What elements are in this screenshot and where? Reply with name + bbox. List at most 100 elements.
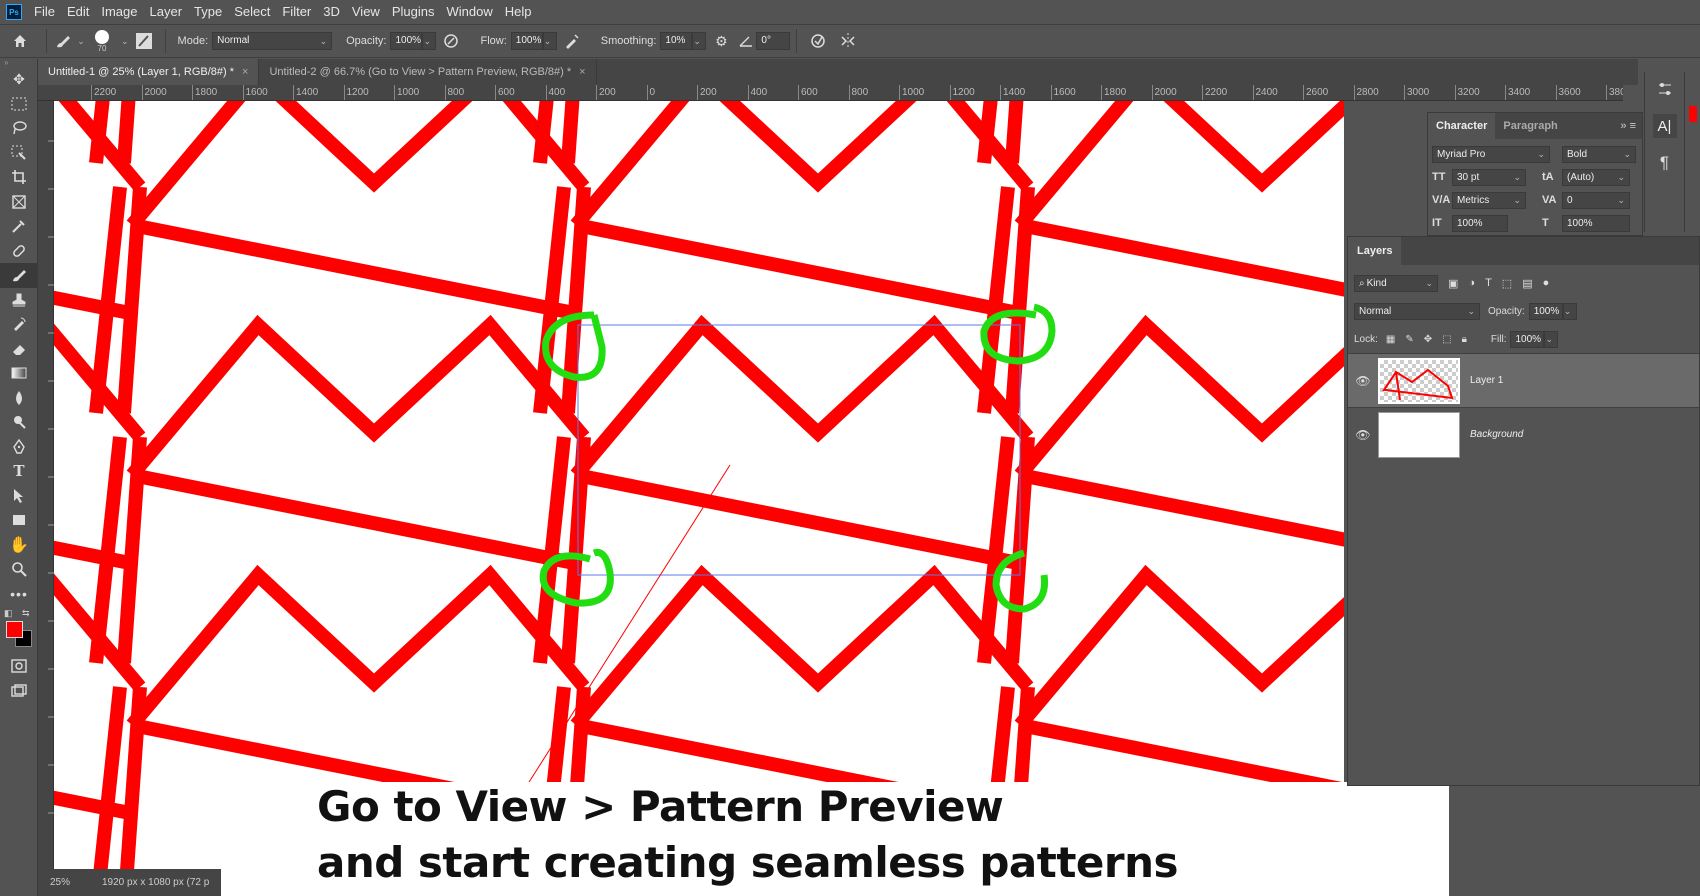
tab-untitled-1[interactable]: Untitled-1 @ 25% (Layer 1, RGB/8#) * × [38,59,260,85]
flow-dropdown[interactable]: ⌄ [542,32,557,50]
pressure-opacity-icon[interactable] [436,33,466,49]
hand-tool-icon[interactable]: ✋ [0,533,38,558]
pixel-filter-icon[interactable]: ▣ [1448,277,1458,290]
leading-select[interactable]: (Auto) ⌄ [1562,168,1630,186]
font-size-select[interactable]: 30 pt ⌄ [1452,168,1526,186]
zoom-level[interactable]: 25% [38,877,90,888]
layer-row-layer-1[interactable]: 👁︎ Layer 1 [1348,353,1699,407]
document-info[interactable]: 1920 px x 1080 px (72 p [90,877,209,888]
menu-layer[interactable]: Layer [144,0,189,24]
blur-tool-icon[interactable] [0,386,38,411]
menu-help[interactable]: Help [499,0,538,24]
object-selection-tool-icon[interactable] [0,141,38,166]
quick-mask-icon[interactable] [0,654,38,679]
smoothing-dropdown[interactable]: ⌄ [692,32,707,50]
marquee-tool-icon[interactable] [0,92,38,117]
eye-icon[interactable]: 👁︎ [1348,428,1378,442]
menu-image[interactable]: Image [95,0,143,24]
kerning-select[interactable]: Metrics ⌄ [1452,191,1526,209]
layer-opacity-input[interactable]: 100% [1528,302,1563,320]
menu-file[interactable]: File [28,0,61,24]
flow-input[interactable]: 100% [510,32,543,50]
pen-tool-icon[interactable] [0,435,38,460]
character-panel-icon[interactable]: A| [1645,106,1684,146]
menu-edit[interactable]: Edit [61,0,95,24]
tab-layers[interactable]: Layers [1348,237,1402,265]
filter-toggle-icon[interactable]: ● [1543,277,1550,290]
layer-opacity-dropdown[interactable]: ⌄ [1562,302,1577,320]
shape-filter-icon[interactable]: ⬚ [1502,277,1512,290]
menu-select[interactable]: Select [228,0,276,24]
menu-view[interactable]: View [346,0,386,24]
fill-dropdown[interactable]: ⌄ [1544,330,1559,348]
dodge-tool-icon[interactable] [0,410,38,435]
color-panel-swatch[interactable] [1689,106,1697,122]
airbrush-icon[interactable] [557,33,587,49]
chevron-down-icon[interactable]: ⌄ [121,36,129,47]
tab-untitled-2[interactable]: Untitled-2 @ 66.7% (Go to View > Pattern… [259,59,597,85]
brush-preset-icon[interactable]: ⌄ [53,33,87,49]
eye-icon[interactable]: 👁︎ [1348,374,1378,388]
layer-name[interactable]: Background [1470,429,1523,440]
menu-filter[interactable]: Filter [276,0,317,24]
path-selection-tool-icon[interactable] [0,484,38,509]
type-tool-icon[interactable]: T [0,459,38,484]
brush-tool-icon[interactable] [0,263,38,288]
frame-tool-icon[interactable] [0,190,38,215]
horizontal-ruler[interactable]: 2200 2000 1800 1600 1400 1200 1000 800 600 400 200… [38,85,1623,101]
lock-pixels-icon[interactable]: ✎ [1405,334,1413,345]
zoom-tool-icon[interactable] [0,557,38,582]
clone-stamp-tool-icon[interactable] [0,288,38,313]
panel-menu-icon[interactable]: » ≡ [1620,120,1642,132]
fill-input[interactable]: 100% [1510,330,1545,348]
menu-type[interactable]: Type [188,0,228,24]
tracking-select[interactable]: 0 ⌄ [1562,191,1630,209]
collapsed-icon[interactable] [1685,72,1700,106]
vertical-ruler[interactable] [38,101,54,869]
adjustments-icon[interactable] [1645,72,1684,106]
smoothing-input[interactable]: 10% [660,32,693,50]
smart-object-filter-icon[interactable]: ▤ [1522,277,1532,290]
lock-transparent-icon[interactable]: ▦ [1386,334,1395,345]
screen-mode-icon[interactable] [0,679,38,704]
opacity-input[interactable]: 100% [390,32,423,50]
opacity-dropdown[interactable]: ⌄ [422,32,437,50]
lock-all-icon[interactable]: 🔒︎ [1462,334,1467,345]
vertical-scale-input[interactable]: 100% [1452,214,1508,232]
more-tools-icon[interactable]: ••• [0,582,38,607]
crop-tool-icon[interactable] [0,165,38,190]
adjustment-filter-icon[interactable]: ◑ [1468,277,1475,290]
menu-3d[interactable]: 3D [317,0,346,24]
swap-colors-icon[interactable]: ⇆ [22,608,30,619]
layer-name[interactable]: Layer 1 [1470,375,1503,386]
collapse-icon[interactable]: » [0,59,37,67]
paragraph-panel-icon[interactable]: ¶ [1645,146,1684,180]
brush-settings-panel-icon[interactable] [129,32,159,50]
tab-character[interactable]: Character [1428,113,1496,139]
eyedropper-tool-icon[interactable] [0,214,38,239]
close-icon[interactable]: × [242,66,248,78]
menu-plugins[interactable]: Plugins [386,0,441,24]
default-colors-icon[interactable]: ◧ [4,608,13,619]
brush-size-picker[interactable]: 70 [87,29,117,53]
home-icon[interactable] [0,33,40,49]
blend-mode-select[interactable]: Normal ⌄ [1354,302,1480,320]
layer-row-background[interactable]: 👁︎ Background [1348,407,1699,461]
type-filter-icon[interactable]: T [1485,277,1492,290]
lasso-tool-icon[interactable] [0,116,38,141]
mode-select[interactable]: Normal ⌄ [212,32,333,50]
foreground-color-swatch[interactable] [6,621,23,638]
close-icon[interactable]: × [579,66,585,78]
layer-filter-select[interactable]: ⌕ Kind ⌄ [1354,274,1438,292]
pressure-size-icon[interactable] [803,33,833,49]
document-canvas[interactable] [54,101,1344,869]
rectangle-tool-icon[interactable] [0,508,38,533]
angle-input[interactable]: 0° [756,32,791,50]
history-brush-tool-icon[interactable] [0,312,38,337]
tab-paragraph[interactable]: Paragraph [1495,113,1565,139]
eraser-tool-icon[interactable] [0,337,38,362]
gear-icon[interactable]: ⚙ [706,33,736,50]
symmetry-icon[interactable] [833,32,863,50]
font-style-select[interactable]: Bold ⌄ [1562,145,1636,163]
lock-position-icon[interactable]: ✥ [1424,334,1432,345]
